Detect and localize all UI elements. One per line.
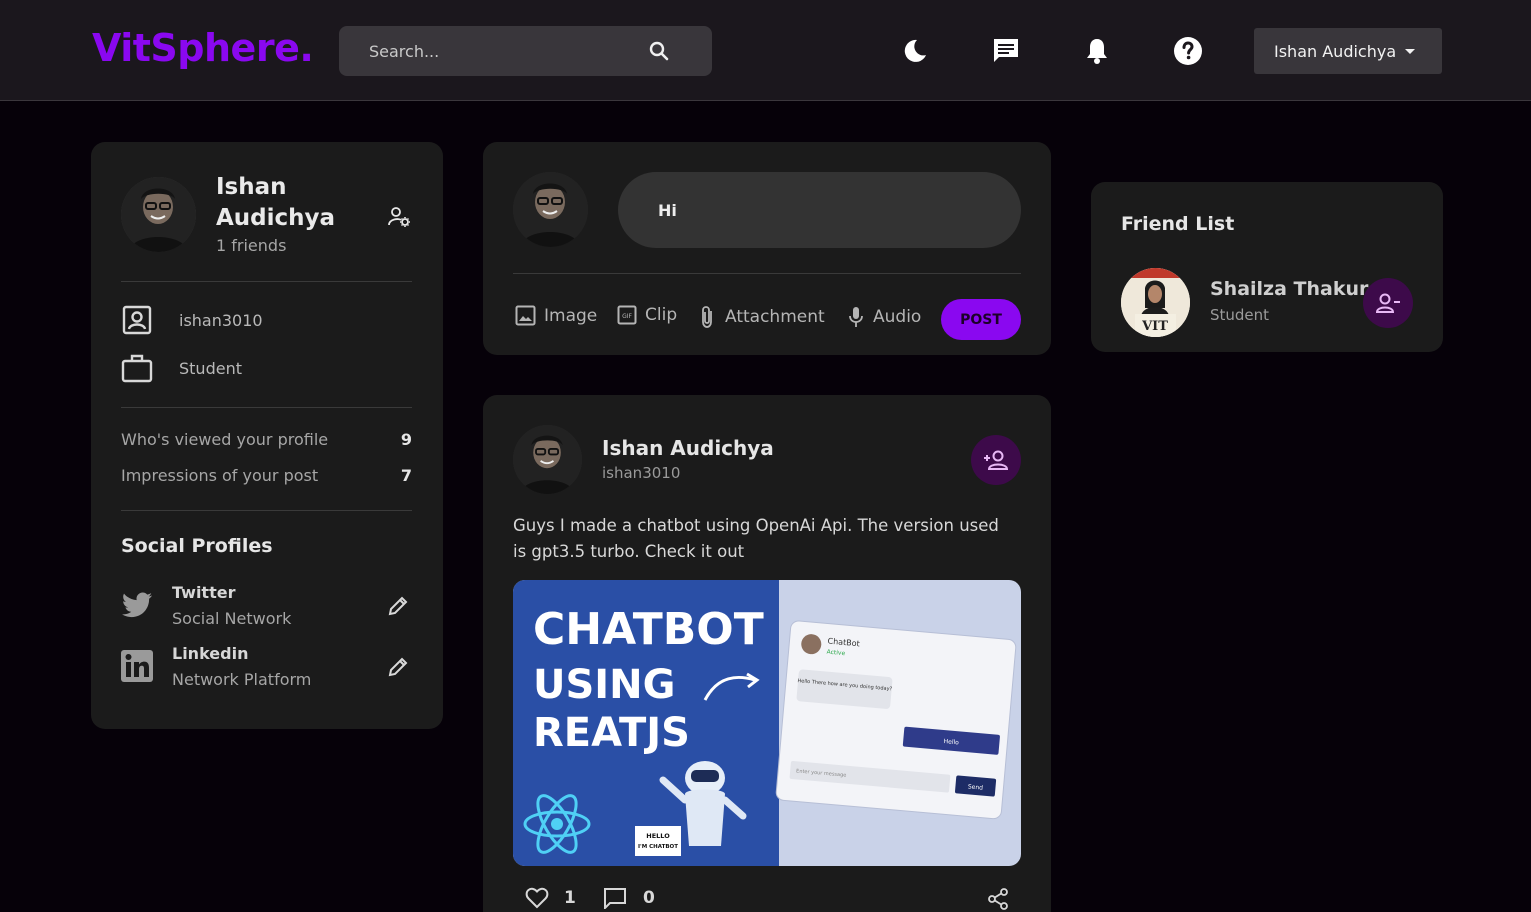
comment-button[interactable]: 0 [603, 887, 655, 909]
image-headline: REATJS [533, 710, 690, 756]
share-icon[interactable] [987, 888, 1009, 910]
social-type: Social Network [172, 609, 292, 628]
image-headline: USING [533, 662, 675, 708]
composer-divider [513, 273, 1021, 274]
profile-views-stat: Who's viewed your profile 9 [121, 430, 412, 449]
chat-reply: Hello [943, 738, 959, 746]
post-button[interactable]: POST [941, 299, 1021, 340]
person-remove-icon [1375, 293, 1400, 313]
svg-text:GIF: GIF [622, 313, 632, 320]
comment-icon [604, 888, 626, 909]
profile-card: Ishan Audichya 1 friends ishan3010 Stude… [91, 142, 443, 729]
stat-label: Impressions of your post [121, 466, 319, 485]
image-headline: CHATBOT [533, 604, 764, 655]
svg-text:VIT: VIT [1141, 319, 1168, 334]
stat-label: Who's viewed your profile [121, 430, 329, 449]
add-friend-button[interactable] [971, 435, 1021, 485]
person-add-icon [984, 450, 1009, 470]
social-type: Network Platform [172, 670, 312, 689]
edit-icon[interactable] [387, 595, 409, 617]
attachment-icon [702, 306, 712, 328]
stat-value: 9 [400, 430, 412, 449]
profile-divider [121, 281, 412, 282]
post-image[interactable]: CHATBOT USING REATJS HELLO I'M CHATBOT C… [513, 580, 1021, 866]
comment-count: 0 [643, 888, 655, 908]
tool-label: Image [544, 305, 598, 326]
stat-value: 7 [400, 466, 412, 485]
post-author-name[interactable]: Ishan Audichya [602, 436, 774, 460]
like-button[interactable]: 1 [525, 887, 576, 909]
profile-name[interactable]: Ishan Audichya [216, 172, 346, 234]
account-box-icon [122, 305, 152, 335]
friend-role: Student [1210, 306, 1270, 324]
notifications-icon[interactable] [1082, 36, 1112, 66]
post-impressions-stat: Impressions of your post 7 [121, 466, 412, 485]
profile-divider [121, 510, 412, 511]
tool-label: Clip [645, 305, 678, 325]
post-author-avatar[interactable] [513, 425, 582, 494]
post-text: Guys I made a chatbot using OpenAi Api. … [513, 516, 999, 561]
friend-avatar[interactable]: VIT [1121, 268, 1190, 337]
profile-friends-count: 1 friends [216, 236, 287, 255]
profile-occupation: Student [179, 358, 242, 378]
social-linkedin: Linkedin Network Platform [121, 644, 412, 690]
bubble-text: I'M CHATBOT [638, 844, 678, 850]
linkedin-icon [121, 650, 153, 682]
heart-icon [525, 887, 549, 909]
profile-username-row: ishan3010 [121, 304, 263, 336]
profile-divider [121, 407, 412, 408]
tool-label: Audio [873, 307, 922, 327]
twitter-icon [122, 592, 153, 618]
user-menu-label: Ishan Audichya [1274, 41, 1397, 61]
audio-tool-button[interactable]: Audio [847, 305, 921, 329]
social-profiles-title: Social Profiles [121, 535, 273, 557]
profile-avatar[interactable] [121, 177, 196, 252]
messages-icon[interactable] [991, 36, 1021, 66]
search-icon[interactable] [647, 39, 671, 63]
gif-icon: GIF [617, 305, 637, 325]
feed-post: Ishan Audichya ishan3010 Guys I made a c… [483, 395, 1051, 912]
friend-list-title: Friend List [1121, 213, 1235, 235]
image-tool-button[interactable]: Image [515, 305, 597, 326]
composer-avatar[interactable] [513, 172, 588, 247]
post-composer: Hi Image GIF Clip Attachment Audio POST [483, 142, 1051, 355]
edit-icon[interactable] [387, 656, 409, 678]
manage-accounts-icon[interactable] [387, 205, 411, 229]
help-icon[interactable] [1173, 36, 1203, 66]
clip-tool-button[interactable]: GIF Clip [617, 305, 677, 325]
search-bar [339, 26, 712, 76]
friend-list-card: Friend List VIT Shailza Thakur Student [1091, 182, 1443, 352]
remove-friend-button[interactable] [1363, 278, 1413, 328]
bubble-text: HELLO [646, 832, 670, 840]
friend-name[interactable]: Shailza Thakur [1210, 278, 1368, 300]
user-menu-dropdown[interactable]: Ishan Audichya [1254, 28, 1442, 74]
profile-occupation-row: Student [121, 352, 242, 384]
dark-mode-icon[interactable] [900, 36, 930, 66]
social-name[interactable]: Linkedin [172, 644, 248, 663]
microphone-icon [849, 307, 863, 327]
image-icon [515, 305, 536, 326]
app-logo[interactable]: VitSphere. [92, 26, 314, 70]
profile-username: ishan3010 [179, 310, 263, 330]
search-input[interactable] [339, 26, 639, 76]
tool-label: Attachment [725, 307, 825, 327]
chevron-down-icon [1405, 48, 1416, 54]
social-twitter: Twitter Social Network [121, 583, 412, 629]
like-count: 1 [564, 888, 576, 908]
briefcase-icon [121, 354, 153, 383]
attachment-tool-button[interactable]: Attachment [699, 305, 825, 329]
post-author-handle: ishan3010 [602, 464, 681, 482]
post-input[interactable]: Hi [618, 172, 1021, 248]
chat-send: Send [968, 783, 984, 791]
social-name[interactable]: Twitter [172, 583, 235, 602]
top-navbar: VitSphere. Ishan Audichya [0, 0, 1531, 101]
